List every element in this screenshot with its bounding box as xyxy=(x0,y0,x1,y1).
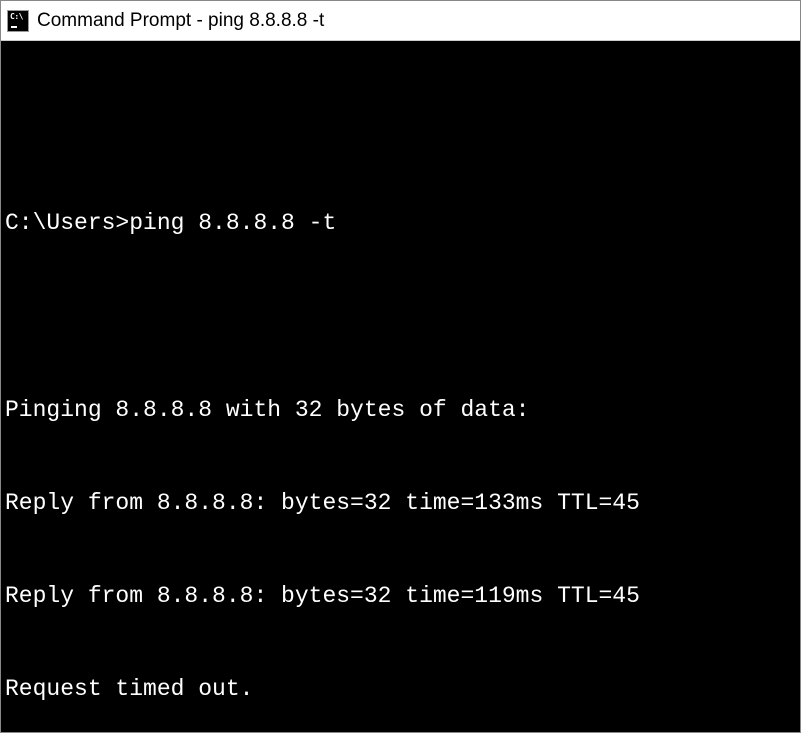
cmd-icon xyxy=(7,10,29,32)
titlebar[interactable]: Command Prompt - ping 8.8.8.8 -t xyxy=(1,1,800,41)
output-line: Reply from 8.8.8.8: bytes=32 time=119ms … xyxy=(5,581,796,612)
blank-line xyxy=(5,115,796,146)
blank-line xyxy=(5,301,796,332)
terminal-area[interactable]: C:\Users>ping 8.8.8.8 -t Pinging 8.8.8.8… xyxy=(1,41,800,732)
ping-header: Pinging 8.8.8.8 with 32 bytes of data: xyxy=(5,395,796,426)
command-text: ping 8.8.8.8 -t xyxy=(129,210,336,236)
prompt-text: C:\Users> xyxy=(5,210,129,236)
command-prompt-window: Command Prompt - ping 8.8.8.8 -t C:\User… xyxy=(0,0,801,733)
window-title: Command Prompt - ping 8.8.8.8 -t xyxy=(37,10,324,32)
output-line: Reply from 8.8.8.8: bytes=32 time=133ms … xyxy=(5,488,796,519)
output-line: Request timed out. xyxy=(5,674,796,705)
prompt-line: C:\Users>ping 8.8.8.8 -t xyxy=(5,208,796,239)
